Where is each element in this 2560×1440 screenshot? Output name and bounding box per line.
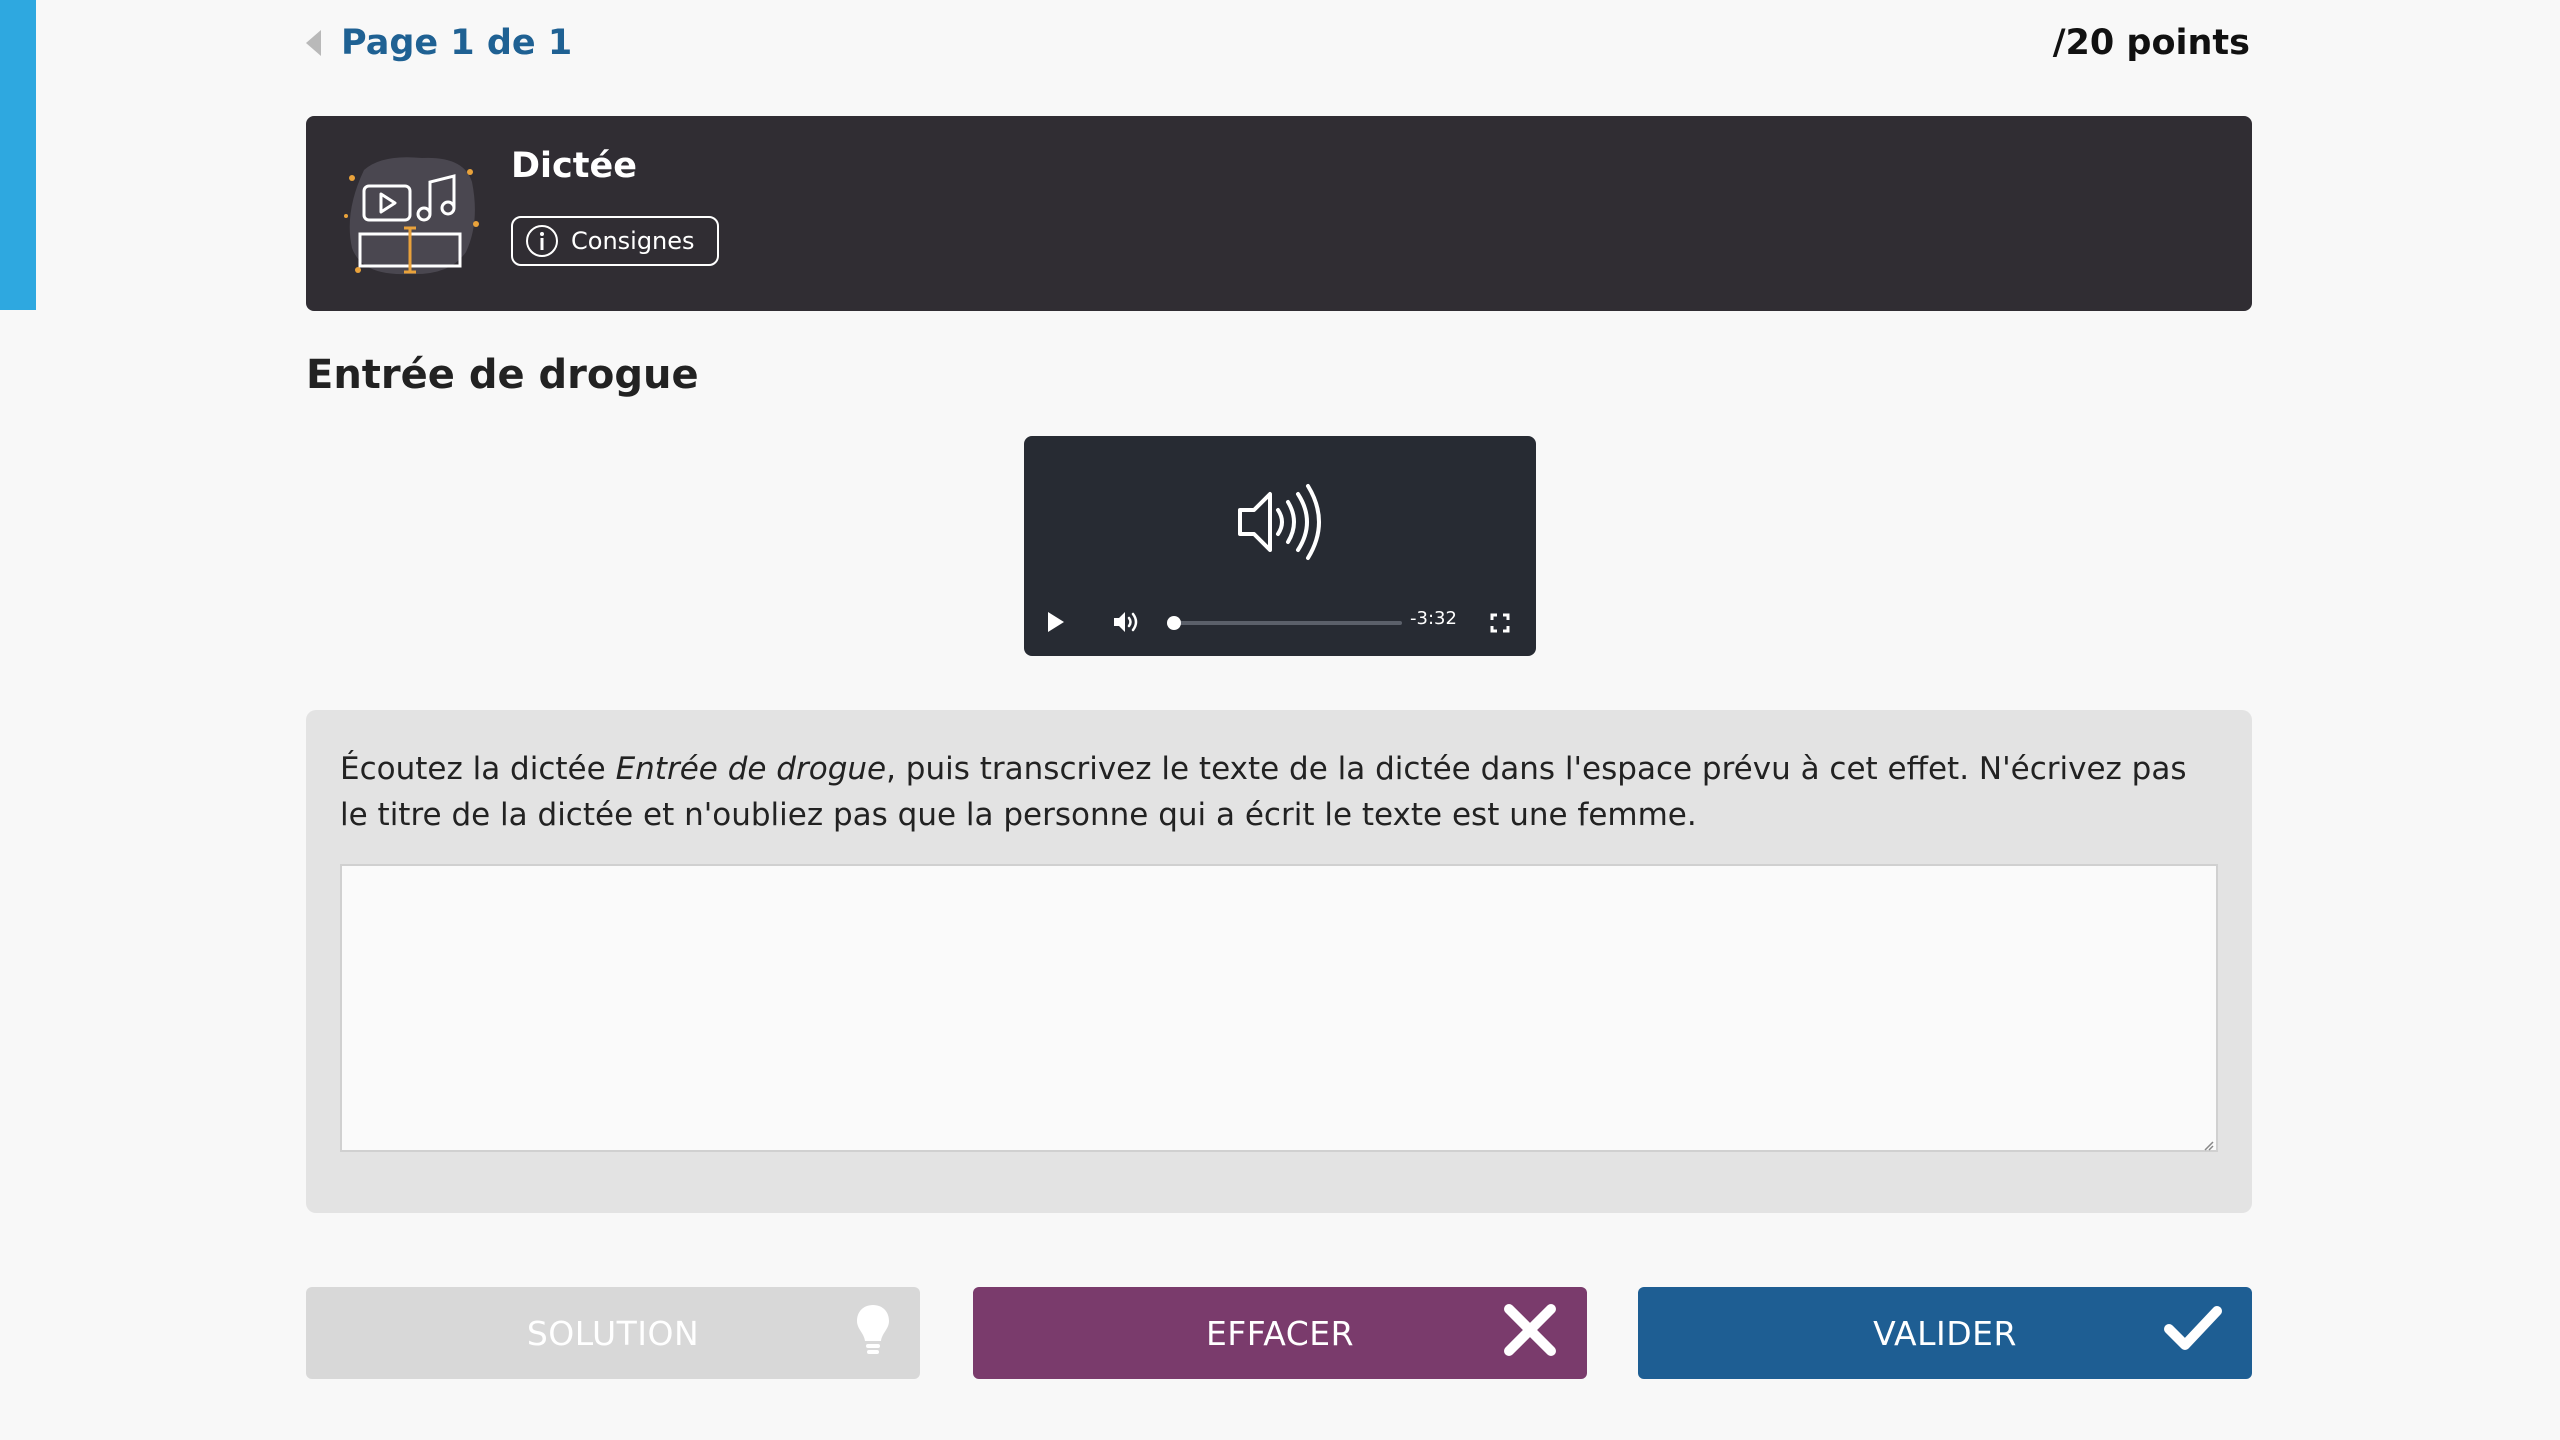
consignes-label: Consignes xyxy=(571,227,695,255)
previous-page-arrow-icon[interactable] xyxy=(306,30,321,56)
audio-controls: -3:32 xyxy=(1024,590,1536,656)
solution-label: SOLUTION xyxy=(526,1313,700,1353)
close-icon xyxy=(1503,1303,1557,1357)
instructions-dictation-title: Entrée de drogue xyxy=(615,751,887,787)
page-indicator: Page 1 de 1 xyxy=(341,23,573,63)
dictation-icon xyxy=(342,152,480,281)
answer-textarea[interactable] xyxy=(340,864,2218,1152)
effacer-label: EFFACER xyxy=(1205,1313,1355,1353)
audio-progress-bar[interactable] xyxy=(1167,616,1402,630)
points-total: /20 points xyxy=(2052,23,2250,63)
instructions-part-1: Écoutez la dictée xyxy=(340,751,616,787)
audio-player: -3:32 xyxy=(1024,436,1536,656)
exercise-box: Écoutez la dictée Entrée de drogue, puis… xyxy=(306,710,2252,1213)
fullscreen-icon[interactable] xyxy=(1490,613,1510,637)
volume-icon[interactable] xyxy=(1112,609,1140,639)
play-icon[interactable] xyxy=(1046,610,1066,638)
side-accent-bar xyxy=(0,0,36,310)
resize-grip-icon[interactable] xyxy=(2202,1136,2214,1155)
valider-button[interactable]: VALIDER xyxy=(1638,1287,2252,1379)
valider-label: VALIDER xyxy=(1873,1313,2017,1353)
activity-title: Dictée xyxy=(511,146,638,186)
lightbulb-icon xyxy=(856,1303,890,1359)
effacer-button[interactable]: EFFACER xyxy=(973,1287,1587,1379)
info-icon xyxy=(525,224,559,258)
pagination: Page 1 de 1 xyxy=(306,18,572,68)
speaker-icon xyxy=(1236,482,1324,566)
audio-progress-handle[interactable] xyxy=(1167,616,1181,630)
solution-button[interactable]: SOLUTION xyxy=(306,1287,920,1379)
audio-time-remaining: -3:32 xyxy=(1410,608,1457,629)
checkmark-icon xyxy=(2164,1303,2222,1353)
exercise-title: Entrée de drogue xyxy=(306,352,699,398)
instructions-text: Écoutez la dictée Entrée de drogue, puis… xyxy=(340,746,2220,838)
consignes-button[interactable]: Consignes xyxy=(511,216,719,266)
activity-header: Dictée Consignes xyxy=(306,116,2252,311)
